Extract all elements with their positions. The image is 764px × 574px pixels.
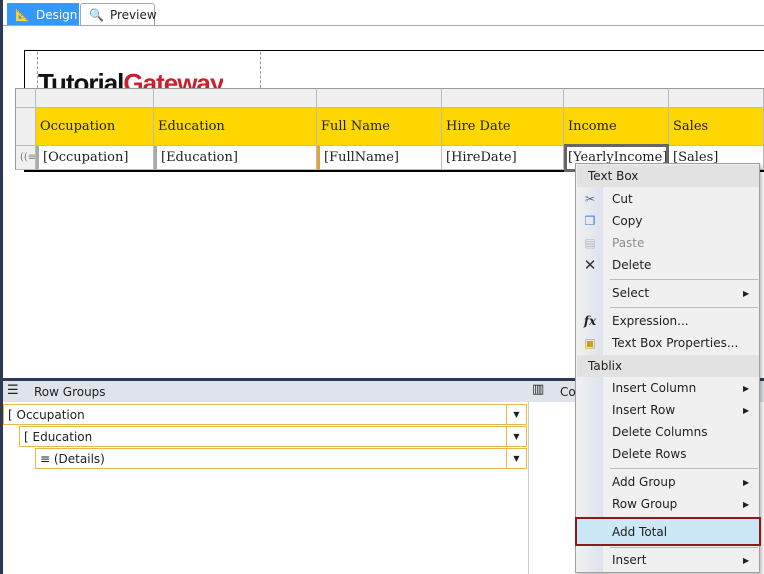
column-handle[interactable] — [154, 88, 317, 108]
group-label: Occupation — [16, 407, 85, 422]
group-bracket-icon: [ — [8, 407, 17, 422]
header-full-name[interactable]: Full Name — [317, 108, 442, 146]
row-groups-label: Row Groups — [34, 385, 106, 399]
tab-label: Preview — [109, 8, 157, 22]
details-row-handle[interactable]: ((≡ — [15, 146, 36, 170]
submenu-arrow-icon: ▶ — [743, 288, 750, 298]
menu-item-text-box-properties[interactable]: ▣ Text Box Properties... — [577, 332, 759, 354]
group-details[interactable]: ≡ (Details) ▼ — [35, 448, 527, 469]
column-groups-icon: ▥ — [532, 382, 545, 397]
menu-label: Add Group — [612, 475, 676, 489]
design-ruler-icon: 📐 — [15, 7, 30, 22]
menu-label: Insert — [612, 553, 647, 567]
menu-item-delete-rows[interactable]: Delete Rows — [577, 443, 759, 465]
menu-label: Copy — [612, 214, 643, 228]
menu-separator — [610, 468, 758, 469]
menu-section-text-box: Text Box — [577, 165, 759, 187]
menu-label: Delete — [612, 258, 652, 272]
tab-divider — [3, 25, 764, 26]
field-education[interactable]: [Education] — [154, 146, 317, 170]
menu-label: Delete Rows — [612, 447, 687, 461]
row-groups-icon: ☰ — [7, 383, 19, 398]
submenu-arrow-icon: ▶ — [743, 383, 750, 393]
field-hire-date[interactable]: [HireDate] — [442, 146, 564, 170]
column-handle[interactable] — [564, 88, 669, 108]
menu-item-paste[interactable]: ▤ Paste — [577, 232, 759, 254]
menu-label: Insert Row — [612, 403, 676, 417]
header-education[interactable]: Education — [154, 108, 317, 146]
properties-icon: ▣ — [584, 336, 596, 350]
menu-label: Add Total — [612, 524, 668, 539]
header-hire-date[interactable]: Hire Date — [442, 108, 564, 146]
logo-part1: Tutorial — [38, 68, 124, 88]
menu-label: Expression... — [612, 314, 689, 328]
image-boundary — [260, 52, 261, 88]
logo-image[interactable]: TutorialGateway — [38, 68, 223, 88]
paste-icon: ▤ — [584, 236, 596, 250]
menu-item-insert-row[interactable]: Insert Row ▶ — [577, 399, 759, 421]
menu-separator — [610, 547, 758, 548]
column-handle[interactable] — [317, 88, 442, 108]
submenu-arrow-icon: ▶ — [743, 405, 750, 415]
column-handle[interactable] — [669, 88, 764, 108]
menu-label: Delete Columns — [612, 425, 708, 439]
tab-label: Design — [35, 7, 78, 22]
copy-icon: ❐ — [584, 214, 596, 228]
menu-label: Insert Column — [612, 381, 697, 395]
menu-item-select[interactable]: Select ▶ — [577, 282, 759, 304]
tab-design[interactable]: 📐 Design — [7, 3, 79, 26]
dropdown-arrow-icon[interactable]: ▼ — [506, 449, 526, 468]
menu-item-row-group[interactable]: Row Group ▶ — [577, 493, 759, 515]
group-label: Education — [32, 429, 93, 444]
header-income[interactable]: Income — [564, 108, 669, 146]
details-lines-icon: ≡ — [40, 451, 54, 466]
logo-part2: Gateway — [123, 68, 224, 88]
preview-icon: 🔍 — [89, 8, 104, 22]
tab-preview[interactable]: 🔍 Preview — [80, 3, 157, 26]
menu-item-delete[interactable]: ✕ Delete — [577, 254, 759, 276]
menu-item-cut[interactable]: ✂ Cut — [577, 188, 759, 210]
corner-handle[interactable] — [15, 88, 36, 108]
menu-label: Paste — [612, 236, 645, 250]
pane-divider — [528, 402, 529, 574]
menu-item-copy[interactable]: ❐ Copy — [577, 210, 759, 232]
menu-label: Cut — [612, 192, 633, 206]
column-handle[interactable] — [36, 88, 154, 108]
dropdown-arrow-icon[interactable]: ▼ — [506, 405, 526, 424]
scissors-icon: ✂ — [584, 192, 596, 206]
column-handle[interactable] — [442, 88, 564, 108]
submenu-arrow-icon: ▶ — [743, 499, 750, 509]
group-bracket-icon: [ — [24, 429, 33, 444]
menu-item-insert-column[interactable]: Insert Column ▶ — [577, 377, 759, 399]
context-menu: Text Box ✂ Cut ❐ Copy ▤ Paste ✕ Delete Selec… — [575, 163, 761, 573]
menu-item-delete-columns[interactable]: Delete Columns — [577, 421, 759, 443]
fx-icon: fx — [583, 314, 597, 328]
column-groups-label: Co — [560, 385, 576, 399]
dropdown-arrow-icon[interactable]: ▼ — [506, 427, 526, 446]
row-handle[interactable] — [15, 108, 36, 146]
window-edge — [0, 0, 3, 574]
delete-x-icon: ✕ — [583, 256, 597, 274]
menu-label: Row Group — [612, 497, 678, 511]
submenu-arrow-icon: ▶ — [743, 477, 750, 487]
group-occupation[interactable]: [ Occupation ▼ — [3, 404, 527, 425]
group-education[interactable]: [ Education ▼ — [19, 426, 527, 447]
group-label: (Details) — [53, 451, 105, 466]
menu-item-expression[interactable]: fx Expression... — [577, 310, 759, 332]
menu-separator — [610, 307, 758, 308]
submenu-arrow-icon: ▶ — [743, 555, 750, 565]
menu-separator — [610, 279, 758, 280]
menu-label: Text Box Properties... — [612, 336, 739, 350]
header-sales[interactable]: Sales — [669, 108, 764, 146]
menu-label: Select — [612, 286, 650, 300]
field-occupation[interactable]: [Occupation] — [36, 146, 154, 170]
menu-section-tablix: Tablix — [577, 355, 759, 377]
header-occupation[interactable]: Occupation — [36, 108, 154, 146]
menu-item-insert[interactable]: Insert ▶ — [577, 549, 759, 571]
menu-item-add-group[interactable]: Add Group ▶ — [577, 471, 759, 493]
menu-item-add-total[interactable]: Add Total — [575, 517, 761, 546]
field-full-name[interactable]: [FullName] — [317, 146, 442, 170]
